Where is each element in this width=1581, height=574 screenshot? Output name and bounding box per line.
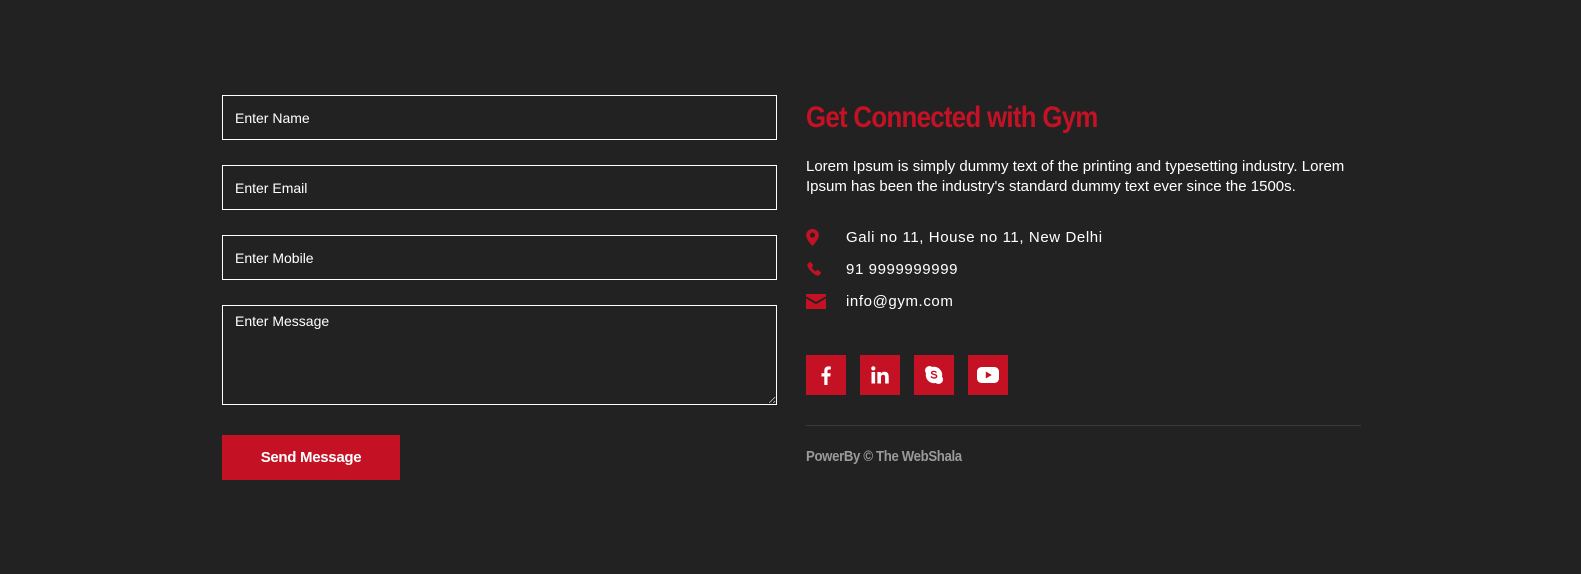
footer-divider [806,425,1361,426]
powered-by-text: PowerBy © The WebShala [806,448,962,465]
section-title: Get Connected with Gym [806,101,1098,134]
address-text: Gali no 11, House no 11, New Delhi [846,228,1103,246]
map-marker-icon [806,228,846,246]
youtube-icon [977,367,999,383]
section-description: Lorem Ipsum is simply dummy text of the … [806,158,1345,195]
send-message-button[interactable]: Send Message [222,435,400,480]
linkedin-link[interactable] [860,355,900,395]
message-textarea[interactable] [222,305,777,405]
facebook-link[interactable] [806,355,846,395]
name-input[interactable] [222,95,777,140]
contact-phone: 91 9999999999 [806,253,1361,285]
youtube-link[interactable] [968,355,1008,395]
mobile-input[interactable] [222,235,777,280]
social-links [806,355,1361,395]
email-text[interactable]: info@gym.com [846,293,953,310]
skype-icon [925,366,943,384]
contact-info: Get Connected with Gym Lorem Ipsum is si… [806,95,1361,465]
facebook-icon [821,365,831,385]
contact-email: info@gym.com [806,285,1361,317]
linkedin-icon [871,366,889,384]
phone-icon [806,261,846,277]
envelope-icon [806,293,846,309]
contact-form: Send Message [222,95,777,480]
phone-text: 91 9999999999 [846,260,959,278]
contact-address: Gali no 11, House no 11, New Delhi [806,221,1361,253]
skype-link[interactable] [914,355,954,395]
email-input[interactable] [222,165,777,210]
contact-section: Send Message Get Connected with Gym Lore… [0,0,1581,574]
